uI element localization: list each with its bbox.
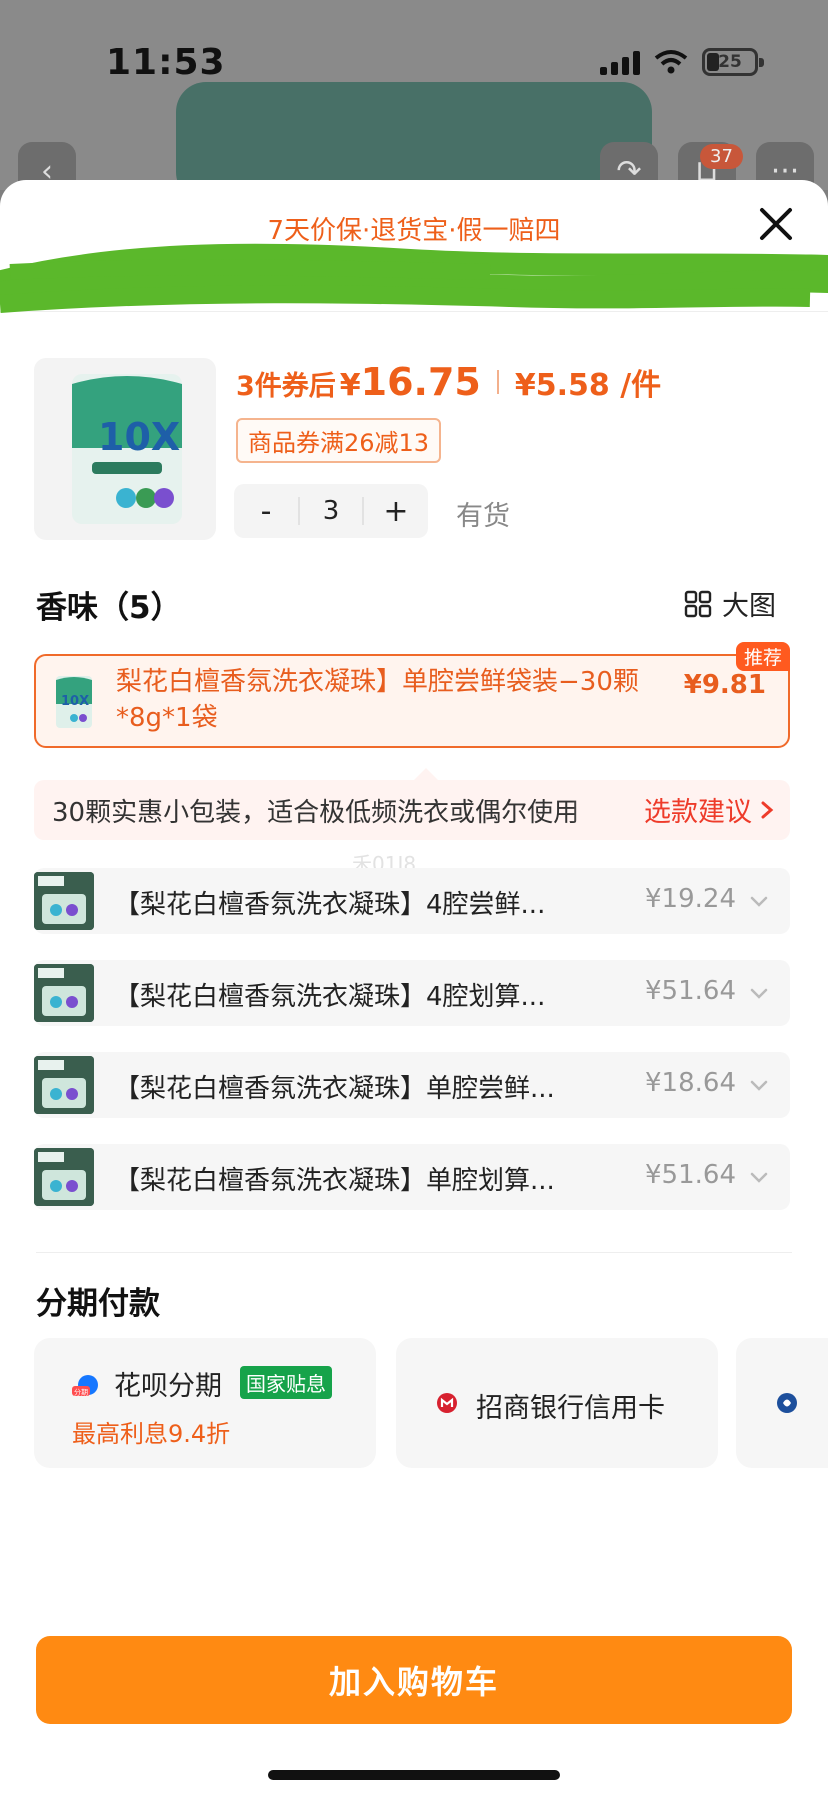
price-separator <box>496 370 499 394</box>
selected-variant-name: 梨花白檀香氛洗衣凝珠】单腔尝鲜袋装−30颗*8g*1袋 <box>116 667 639 733</box>
close-icon <box>760 208 792 240</box>
close-button[interactable] <box>752 200 800 248</box>
bank-icon <box>777 1393 797 1413</box>
variant-option[interactable]: 【梨花白檀香氛洗衣凝珠】单腔尝鲜... ¥18.64 <box>34 1052 790 1118</box>
huabei-interest: 最高利息9.4折 <box>72 1420 231 1448</box>
svg-text:分期: 分期 <box>74 1388 88 1397</box>
scent-section-title: 香味（5） <box>36 590 182 626</box>
chevron-right-icon <box>761 801 774 818</box>
variant-price: ¥51.64 <box>645 976 736 1006</box>
quantity-value[interactable]: 3 <box>298 497 364 525</box>
section-divider <box>36 1252 792 1253</box>
status-time: 11:53 <box>106 42 226 83</box>
variant-thumbnail <box>34 1056 94 1114</box>
sku-selector-sheet: 7天价保·退货宝·假一赔四 发货 10X 3件券后 ¥ 16.75 ¥5.58 … <box>0 180 828 1796</box>
svg-text:10X: 10X <box>61 694 89 709</box>
variant-thumbnail <box>34 872 94 930</box>
add-to-cart-button[interactable]: 加入购物车 <box>36 1636 792 1724</box>
variant-name: 【梨花白檀香氛洗衣凝珠】4腔尝鲜... <box>114 890 546 920</box>
variant-option[interactable]: 【梨花白檀香氛洗衣凝珠】4腔划算... ¥51.64 <box>34 960 790 1026</box>
variant-option[interactable]: 【梨花白檀香氛洗衣凝珠】4腔尝鲜... ¥19.24 <box>34 868 790 934</box>
variant-thumbnail <box>34 964 94 1022</box>
stock-status: 有货 <box>456 501 510 532</box>
cmb-name: 招商银行信用卡 <box>476 1393 665 1424</box>
chevron-down-icon <box>750 896 768 907</box>
variant-list: 【梨花白檀香氛洗衣凝珠】4腔尝鲜... ¥19.24 【梨花白檀香氛洗衣凝珠】4… <box>34 868 790 1236</box>
selected-variant-thumbnail: 10X <box>56 676 92 728</box>
selection-advice-link[interactable]: 选款建议 <box>644 790 774 829</box>
chevron-down-icon <box>750 1172 768 1183</box>
variant-price: ¥51.64 <box>645 1160 736 1190</box>
chevron-down-icon <box>750 988 768 999</box>
cart-count-badge: 37 <box>700 144 743 169</box>
wifi-icon <box>654 50 688 74</box>
selected-variant-price: ¥9.81 <box>683 670 766 700</box>
cmb-bank-icon <box>437 1393 457 1413</box>
subsidy-badge: 国家贴息 <box>240 1366 332 1399</box>
installment-section-title: 分期付款 <box>36 1286 160 1322</box>
huabei-icon: 分期 <box>72 1375 98 1397</box>
installment-options: 分期 花呗分期 国家贴息 最高利息9.4折 招商银行信用卡 <box>34 1338 828 1468</box>
status-icons: 25 <box>600 48 764 76</box>
variant-price: ¥18.64 <box>645 1068 736 1098</box>
cmb-credit-card-option[interactable]: 招商银行信用卡 <box>396 1338 718 1468</box>
big-view-label: 大图 <box>722 591 776 622</box>
variant-thumbnail <box>34 1148 94 1206</box>
huabei-installment-option[interactable]: 分期 花呗分期 国家贴息 最高利息9.4折 <box>34 1338 376 1468</box>
status-bar: 11:53 25 <box>0 30 828 90</box>
increase-button[interactable]: + <box>364 494 428 529</box>
price-currency: ¥ <box>339 368 361 403</box>
variant-price: ¥19.24 <box>645 884 736 914</box>
price-after-coupon: 16.75 <box>360 360 481 404</box>
decrease-button[interactable]: - <box>234 494 298 529</box>
huabei-name: 花呗分期 <box>114 1371 222 1402</box>
big-view-toggle[interactable]: 大图 <box>684 584 776 623</box>
chevron-down-icon <box>750 1080 768 1091</box>
price-label: 3件券后 <box>236 371 336 402</box>
selection-advice-label: 选款建议 <box>644 797 752 828</box>
svg-text:10X: 10X <box>98 415 180 459</box>
product-image: 10X <box>72 374 182 524</box>
unit-price: ¥5.58 /件 <box>514 368 662 403</box>
variant-option[interactable]: 【梨花白檀香氛洗衣凝珠】单腔划算... ¥51.64 <box>34 1144 790 1210</box>
recommended-badge: 推荐 <box>735 642 790 671</box>
variant-tip-text: 30颗实惠小包装，适合极低频洗衣或偶尔使用 <box>52 792 612 829</box>
variant-name: 【梨花白檀香氛洗衣凝珠】4腔划算... <box>114 982 546 1012</box>
address-row[interactable]: 发货 <box>0 242 828 313</box>
signal-icon <box>600 49 640 75</box>
more-installment-option[interactable] <box>736 1338 828 1468</box>
battery-level: 25 <box>718 52 742 72</box>
variant-name: 【梨花白檀香氛洗衣凝珠】单腔划算... <box>114 1166 555 1196</box>
variant-name: 【梨花白檀香氛洗衣凝珠】单腔尝鲜... <box>114 1074 555 1104</box>
selected-variant[interactable]: 10X 梨花白檀香氛洗衣凝珠】单腔尝鲜袋装−30颗*8g*1袋 ¥9.81 推荐 <box>34 642 790 748</box>
product-thumbnail[interactable]: 10X <box>34 358 216 540</box>
grid-icon <box>684 590 712 617</box>
price-line: 3件券后 ¥ 16.75 ¥5.58 /件 <box>236 360 661 404</box>
battery-icon: 25 <box>702 48 764 76</box>
home-indicator <box>268 1770 560 1780</box>
variant-tip: 30颗实惠小包装，适合极低频洗衣或偶尔使用 选款建议 <box>34 768 790 840</box>
redaction-scribble <box>0 243 828 313</box>
quantity-stepper: - 3 + <box>234 484 428 538</box>
coupon-tag: 商品券满26减13 <box>236 418 442 463</box>
